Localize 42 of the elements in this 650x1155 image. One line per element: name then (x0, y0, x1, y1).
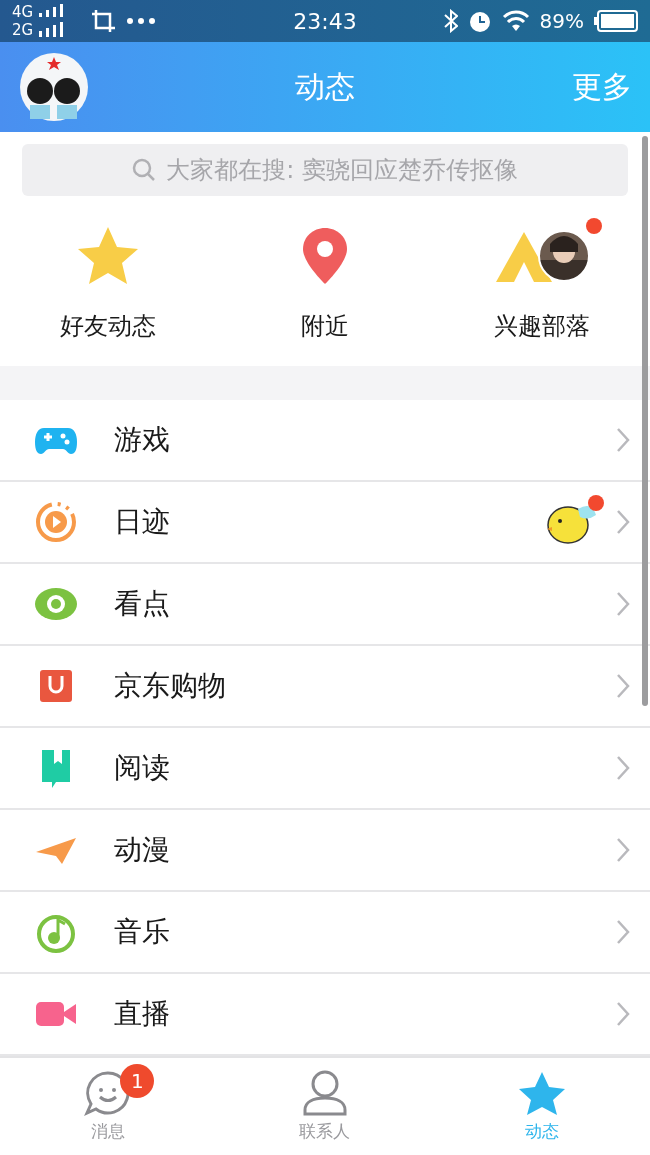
network-label: 4G (12, 3, 34, 21)
menu-label: 游戏 (114, 422, 170, 458)
menu-label: 直播 (114, 996, 170, 1032)
chevron-right-icon (616, 591, 630, 617)
more-dots-icon (127, 18, 156, 24)
person-icon (301, 1070, 349, 1116)
chevron-right-icon (616, 919, 630, 945)
menu-row[interactable]: 阅读 (0, 728, 650, 810)
avatar-icon[interactable] (20, 53, 88, 121)
battery-percent: 89% (539, 9, 584, 33)
chevron-right-icon (616, 509, 630, 535)
menu-row[interactable]: 音乐 (0, 892, 650, 974)
menu-label: 京东购物 (114, 668, 226, 704)
chevron-right-icon (616, 673, 630, 699)
menu-label: 动漫 (114, 832, 170, 868)
menu-label: 音乐 (114, 914, 170, 950)
menu-label: 日迹 (114, 504, 170, 540)
chevron-right-icon (616, 837, 630, 863)
chevron-right-icon (616, 755, 630, 781)
menu-label: 看点 (114, 586, 170, 622)
menu-label: 阅读 (114, 750, 170, 786)
shortcut-label[interactable]: 兴趣部落 (493, 310, 590, 342)
shortcut-label[interactable]: 好友动态 (60, 310, 157, 342)
screenshot-icon (91, 9, 118, 33)
page-title: 动态 (295, 67, 355, 106)
alarm-clock-icon (467, 9, 492, 33)
battery-icon (594, 10, 638, 32)
search-icon (132, 158, 157, 182)
bluetooth-icon (443, 9, 458, 33)
unread-count: 1 (120, 1064, 155, 1098)
network-label: 2G (12, 21, 34, 39)
clock-time: 23:43 (293, 8, 357, 34)
wifi-icon (501, 10, 530, 32)
menu-row[interactable]: 动漫 (0, 810, 650, 892)
star-icon (517, 1070, 566, 1116)
shortcut-label[interactable]: 附近 (301, 310, 349, 342)
tab-button[interactable]: 消息 1 (0, 1058, 217, 1155)
location-pin-icon (301, 226, 349, 286)
chevron-right-icon (616, 1001, 630, 1027)
search-placeholder: 大家都在搜: 窦骁回应楚乔传抠像 (166, 155, 518, 186)
chevron-right-icon (616, 427, 630, 453)
play-circle-icon (34, 500, 78, 544)
